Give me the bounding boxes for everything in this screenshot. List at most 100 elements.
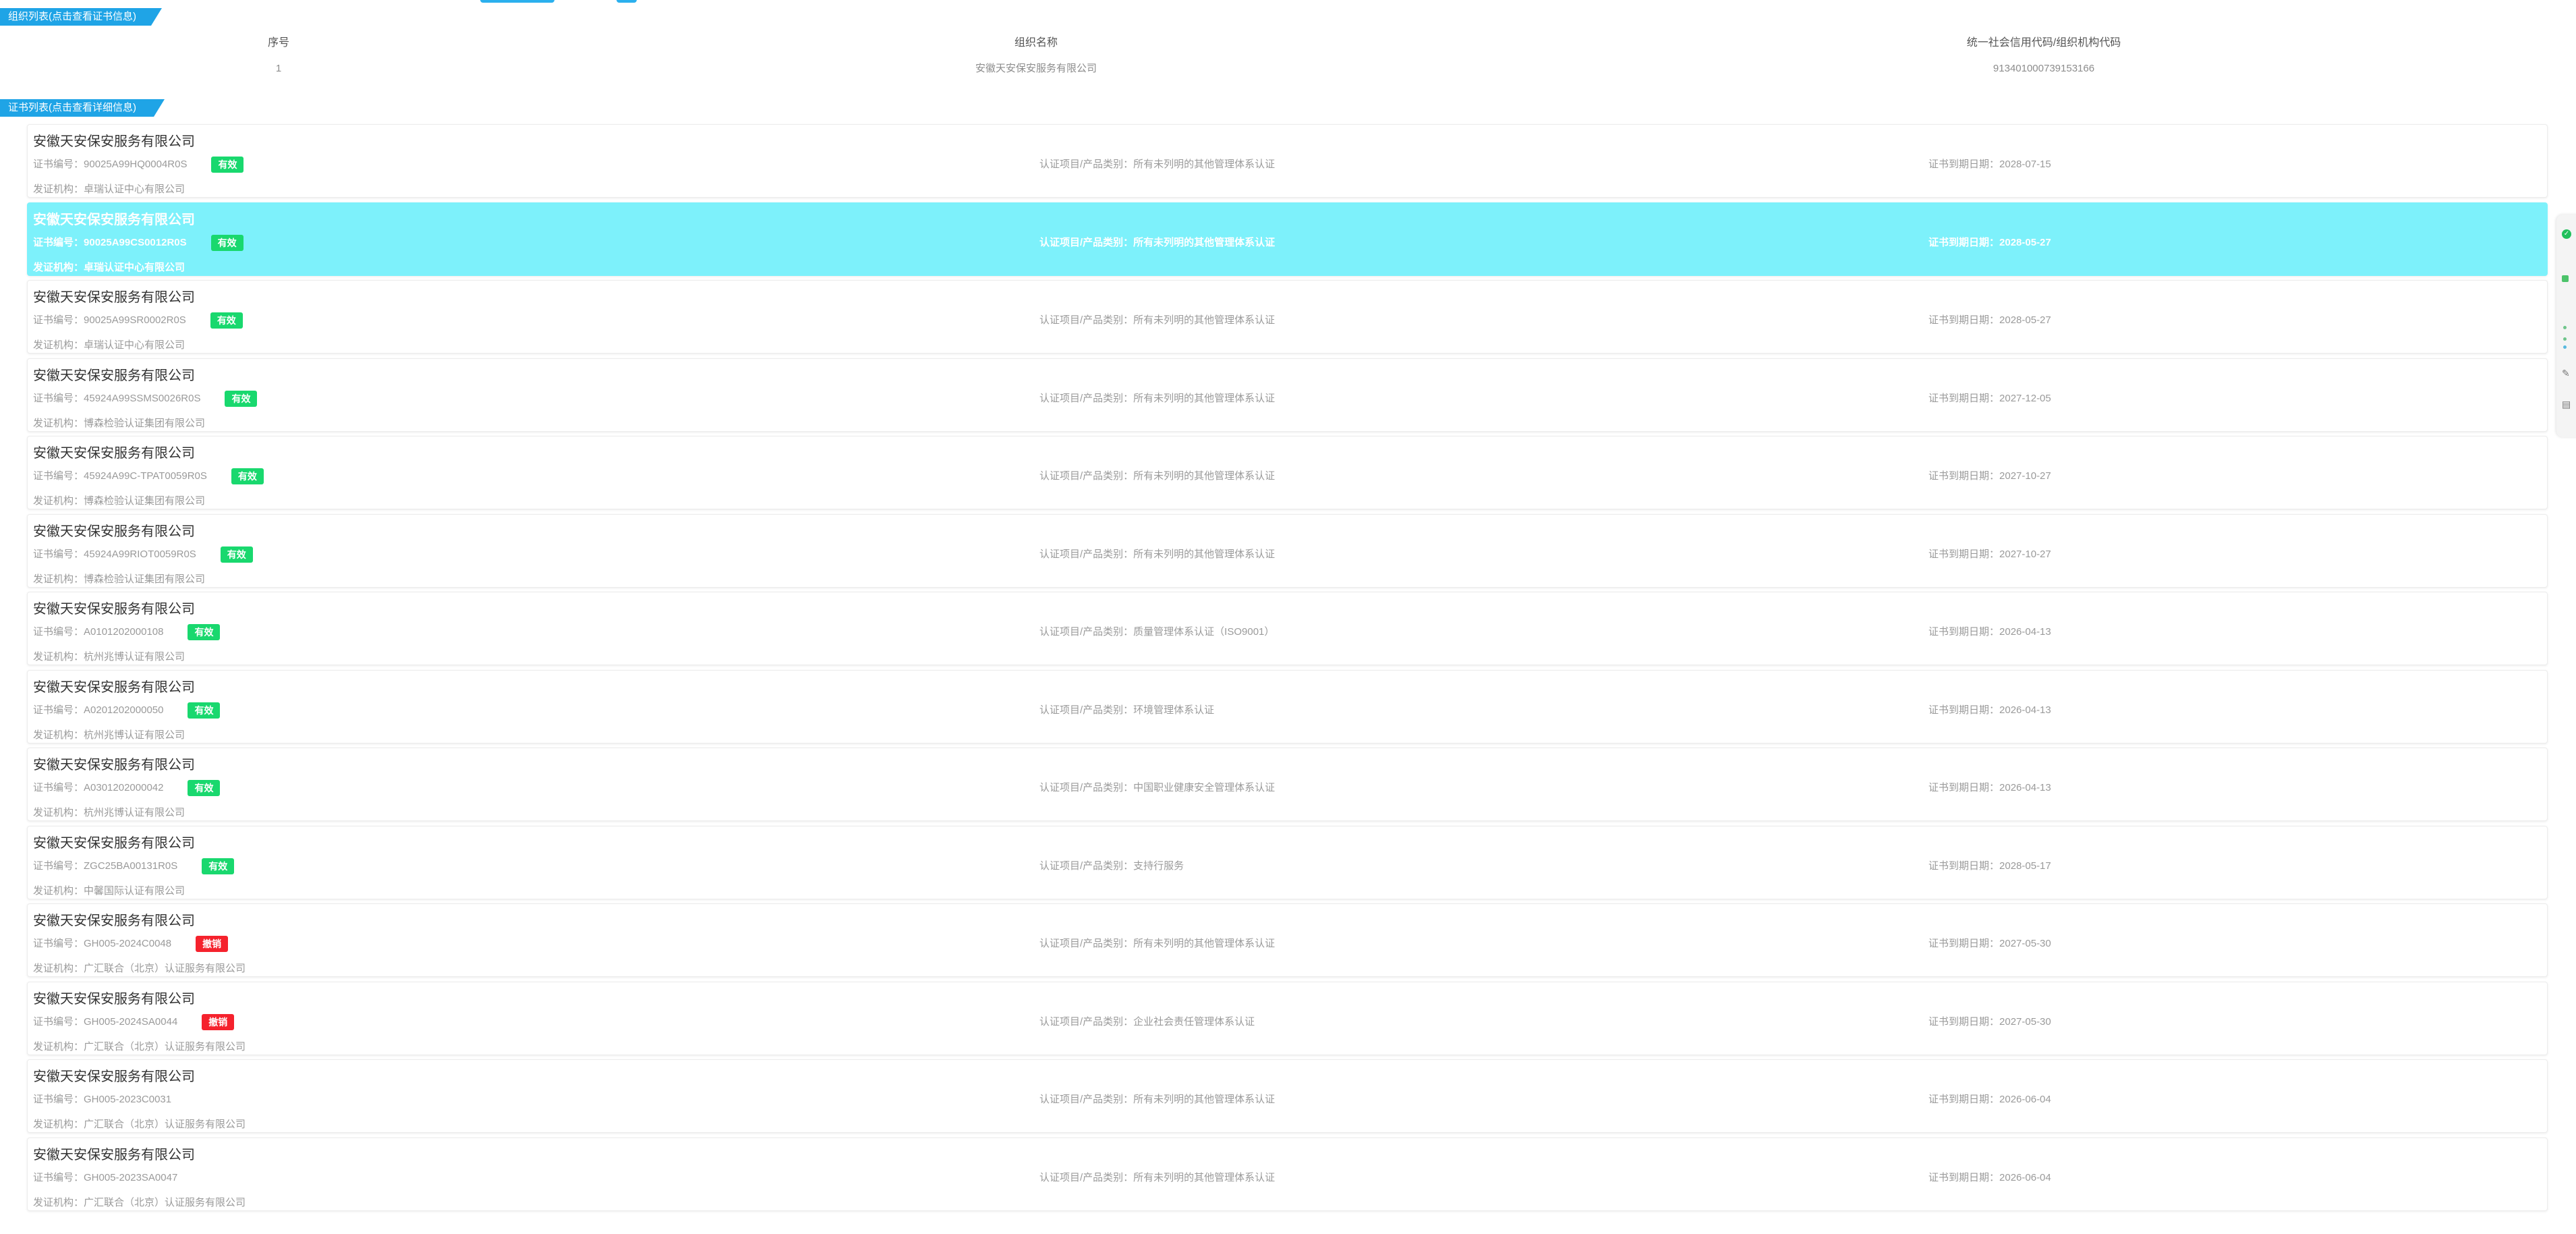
- cert-number-label: 证书编号：: [33, 159, 84, 170]
- cert-expiry: 2026-06-04: [1999, 1171, 2051, 1183]
- cert-number: 90025A99CS0012R0S: [84, 236, 187, 248]
- cert-number: 45924A99RIOT0059R0S: [84, 548, 196, 560]
- cert-card[interactable]: 安徽天安保安服务有限公司证书编号：A0301202000042 有效 认证项目/产品…: [27, 748, 2548, 821]
- cert-expiry: 2026-04-13: [1999, 704, 2051, 716]
- green-square-icon[interactable]: [2562, 275, 2569, 282]
- cert-expiry-line: 证书到期日期：2026-04-13: [1928, 780, 2051, 796]
- org-index: 1: [275, 63, 282, 74]
- status-dot-icon: [2563, 345, 2567, 349]
- cert-issuer: 广汇联合（北京）认证服务有限公司: [84, 963, 246, 974]
- cert-issuer: 中馨国际认证有限公司: [84, 885, 185, 897]
- cert-expiry-line: 证书到期日期：2027-05-30: [1928, 936, 2051, 952]
- cert-project-line: 认证项目/产品类别：支持行服务: [1039, 858, 1184, 874]
- status-badge: 有效: [210, 234, 244, 251]
- cert-number-label: 证书编号：: [33, 548, 84, 560]
- cert-expiry-line: 证书到期日期：2026-06-04: [1928, 1170, 2051, 1186]
- cert-project-label: 认证项目/产品类别：: [1039, 1015, 1134, 1028]
- cert-expiry: 2027-05-30: [1999, 938, 2051, 949]
- cert-number-line: 证书编号：90025A99SR0002R0S 有效: [33, 312, 243, 329]
- cert-issuer: 卓瑞认证中心有限公司: [84, 339, 185, 351]
- cert-list-tab[interactable]: 证书列表(点击查看详细信息): [0, 99, 165, 117]
- cert-issuer-line: 发证机构：广汇联合（北京）认证服务有限公司: [33, 961, 246, 975]
- cert-project-label: 认证项目/产品类别：: [1039, 548, 1134, 560]
- cert-card[interactable]: 安徽天安保安服务有限公司 证书编号：A0101202000108 有效 认证项目/产品…: [27, 592, 2548, 665]
- cert-project: 环境管理体系认证: [1133, 704, 1215, 716]
- cert-issuer-label: 发证机构：: [33, 885, 84, 897]
- cert-expiry-label: 证书到期日期：: [1928, 938, 2000, 949]
- cert-issuer: 杭州兆博认证有限公司: [84, 729, 185, 741]
- cert-company-name: 安徽天安保安服务有限公司: [33, 835, 195, 851]
- status-badge: 有效: [211, 157, 244, 173]
- cert-expiry-label: 证书到期日期：: [1928, 782, 2000, 793]
- cert-company-name: 安徽天安保安服务有限公司: [33, 446, 195, 461]
- check-circle-icon[interactable]: ✓: [2562, 229, 2571, 239]
- cert-issuer-line: 发证机构：广汇联合（北京）认证服务有限公司: [33, 1117, 246, 1131]
- cert-project: 所有未列明的其他管理体系认证: [1133, 548, 1276, 560]
- cert-expiry-line: 证书到期日期：2027-05-30: [1928, 1014, 2051, 1030]
- cert-card[interactable]: 安徽天安保安服务有限公司 证书编号：45924A99C-TPAT0059R0S 有效…: [27, 436, 2548, 509]
- cert-card[interactable]: 安徽天安保安服务有限公司 证书编号：A0201202000050 有效 认证项目/产品…: [27, 669, 2548, 744]
- status-badge: 有效: [188, 702, 221, 719]
- cert-issuer: 广汇联合（北京）认证服务有限公司: [84, 1196, 246, 1208]
- cert-project-label: 认证项目/产品类别：: [1039, 860, 1134, 872]
- status-badge: 有效: [188, 780, 221, 796]
- cert-issuer: 博森检验认证集团有限公司: [84, 573, 206, 585]
- cert-company-name: 安徽天安保安服务有限公司: [33, 602, 195, 617]
- cert-issuer-line: 发证机构：博森检验认证集团有限公司: [33, 493, 205, 507]
- cert-card[interactable]: 安徽天安保安服务有限公司 证书编号：GH005-2024SA0044 撤销 认证项目/…: [27, 981, 2548, 1055]
- cert-issuer-label: 发证机构：: [33, 1196, 84, 1208]
- cert-company-name: 安徽天安保安服务有限公司: [33, 524, 195, 539]
- cert-card[interactable]: 安徽天安保安服务有限公司 证书编号：GH005-2023C0031 认证项目/产品类…: [27, 1059, 2548, 1133]
- cert-project: 所有未列明的其他管理体系认证: [1133, 938, 1276, 949]
- cert-project-label: 认证项目/产品类别：: [1039, 392, 1134, 404]
- cert-card[interactable]: 安徽天安保安服务有限公司 证书编号：45924A99SSMS0026R0S 有效 认证…: [27, 358, 2548, 432]
- org-name[interactable]: 安徽天安保安服务有限公司: [975, 56, 1097, 82]
- cert-card[interactable]: 安徽天安保安服务有限公司 证书编号：GH005-2023SA0047 认证项目/产品…: [27, 1137, 2548, 1211]
- cert-number: GH005-2023SA0047: [84, 1171, 178, 1183]
- cert-expiry: 2027-10-27: [1999, 470, 2051, 482]
- cert-expiry: 2028-05-17: [1999, 860, 2051, 872]
- org-table-header: 序号 组织名称 统一社会信用代码/组织机构代码: [0, 30, 2550, 56]
- cert-expiry-line: 证书到期日期：2028-07-15: [1928, 157, 2051, 173]
- cert-expiry: 2028-05-27: [1999, 314, 2051, 326]
- cert-issuer-label: 发证机构：: [33, 339, 84, 351]
- cert-number-label: 证书编号：: [33, 236, 84, 248]
- cert-issuer-line: 发证机构：卓瑞认证中心有限公司: [33, 260, 185, 274]
- cert-issuer-label: 发证机构：: [33, 184, 84, 195]
- cert-project-line: 认证项目/产品类别：所有未列明的其他管理体系认证: [1039, 391, 1275, 407]
- cert-card[interactable]: 安徽天安保安服务有限公司 证书编号：GH005-2024C0048 撤销 认证项目/产…: [27, 903, 2548, 977]
- cert-project-line: 认证项目/产品类别：中国职业健康安全管理体系认证: [1039, 780, 1275, 796]
- status-dot-icon: [2563, 337, 2567, 341]
- cert-card[interactable]: 安徽天安保安服务有限公司 证书编号：90025A99CS0012R0S 有效 认证项目…: [27, 202, 2548, 276]
- cert-number-label: 证书编号：: [33, 1015, 84, 1028]
- cert-card[interactable]: 安徽天安保安服务有限公司 证书编号：ZGC25BA00131R0S 有效 认证项目/产…: [27, 825, 2548, 899]
- cert-list: 安徽天安保安服务有限公司 证书编号：90025A99HQ0004R0S 有效 认证项目…: [27, 124, 2548, 1215]
- org-list-tab[interactable]: 组织列表(点击查看证书信息): [0, 8, 162, 26]
- cert-number-line: 证书编号：45924A99SSMS0026R0S 有效: [33, 390, 258, 407]
- cert-company-name: 安徽天安保安服务有限公司: [33, 212, 195, 227]
- cert-number-label: 证书编号：: [33, 470, 84, 482]
- cert-expiry-label: 证书到期日期：: [1928, 548, 2000, 560]
- cert-issuer-line: 发证机构：杭州兆博认证有限公司: [33, 727, 185, 741]
- cert-number: GH005-2024C0048: [84, 938, 172, 949]
- cert-company-name: 安徽天安保安服务有限公司: [33, 758, 195, 773]
- cert-number-label: 证书编号：: [33, 782, 84, 793]
- cert-company-name: 安徽天安保安服务有限公司: [33, 134, 195, 149]
- cert-card[interactable]: 安徽天安保安服务有限公司 证书编号：90025A99HQ0004R0S 有效 认证项目…: [27, 124, 2548, 198]
- cert-expiry-label: 证书到期日期：: [1928, 470, 2000, 482]
- cert-number: A0301202000042: [84, 782, 164, 793]
- cert-card[interactable]: 安徽天安保安服务有限公司 证书编号：90025A99SR0002R0S 有效 认证项目…: [27, 280, 2548, 354]
- document-icon[interactable]: ▤: [2562, 399, 2571, 409]
- cert-issuer-label: 发证机构：: [33, 807, 84, 818]
- cert-number: 45924A99C-TPAT0059R0S: [84, 470, 207, 482]
- cert-number: A0101202000108: [84, 626, 164, 638]
- org-table-row[interactable]: 1 安徽天安保安服务有限公司 913401000739153166: [0, 56, 2550, 82]
- cert-card[interactable]: 安徽天安保安服务有限公司 证书编号：45924A99RIOT0059R0S 有效 认证…: [27, 513, 2548, 588]
- cert-company-name: 安徽天安保安服务有限公司: [33, 1147, 195, 1162]
- cert-issuer: 博森检验认证集团有限公司: [84, 417, 206, 429]
- cert-project: 支持行服务: [1133, 860, 1184, 872]
- cert-project-label: 认证项目/产品类别：: [1039, 704, 1134, 716]
- edit-icon[interactable]: ✎: [2562, 368, 2570, 378]
- cert-number-line: 证书编号：GH005-2024C0048 撤销: [33, 936, 229, 952]
- cert-number-line: 证书编号：GH005-2023SA0047: [33, 1170, 177, 1186]
